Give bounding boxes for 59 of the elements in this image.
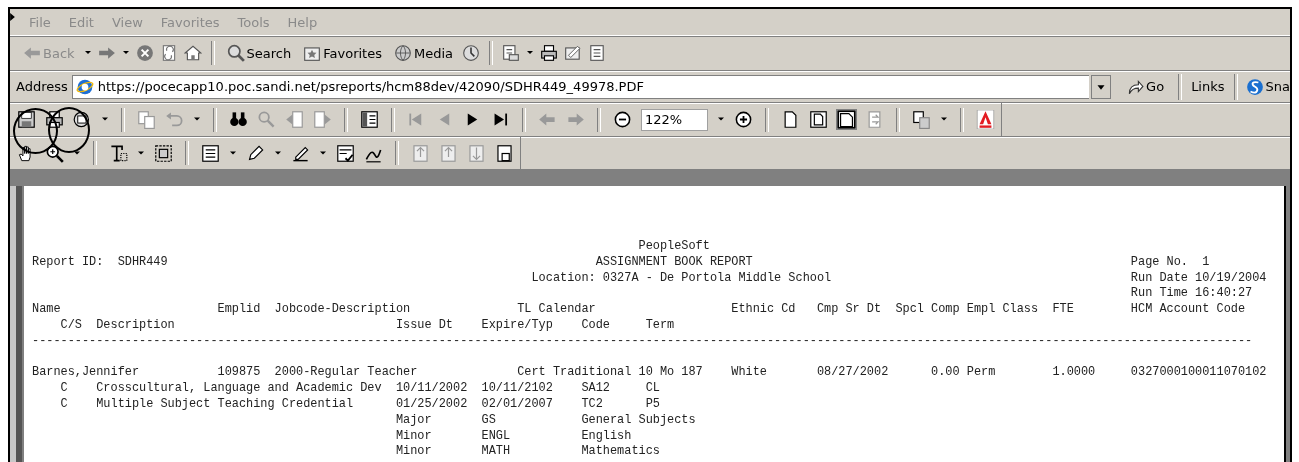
report-line: PeopleSoft — [637, 239, 711, 255]
text-select-icon[interactable] — [109, 143, 128, 163]
report-line: C Multiple Subject Teaching Credential 01/25/2002 02/01/2007 TC2 P5 — [59, 396, 661, 413]
stop-icon[interactable] — [135, 44, 154, 62]
pane-splitter[interactable] — [10, 186, 22, 462]
note-icon[interactable] — [201, 143, 220, 163]
favorites-icon — [303, 44, 322, 62]
dropdown-button[interactable] — [1091, 74, 1112, 99]
address-label: Address — [16, 79, 68, 94]
zoom-out-icon[interactable] — [613, 110, 632, 129]
report-line: Minor MATH Mathematics — [394, 444, 661, 461]
report-line: Minor ENGL English — [394, 428, 633, 445]
fit-page-icon[interactable] — [809, 110, 828, 129]
globe-logo-icon — [1245, 77, 1264, 96]
report-line: --------------------------------------------------------------------------------------------------------------------------------------------------------------------------- — [32, 333, 1254, 350]
report-line: Report ID: SDHR449 ASSIGNMENT BOOK REPORT Page No. 1 — [32, 254, 1211, 271]
links-button[interactable]: Links — [1187, 79, 1229, 94]
toolbar-button[interactable]: Sna — [1242, 75, 1290, 98]
search-icon — [226, 44, 245, 62]
report-line: Barnes,Jennifer 109875 2000-Regular Teacher Cert Traditional 10 Mo 187 White 08/27/2002 0.00 Perm 1.0000 0327000100011070102 — [32, 365, 1268, 382]
report-line: Location: 0327A - De Portola Middle School Run Date 10/19/2004 — [530, 270, 1268, 287]
print-icon[interactable] — [45, 110, 64, 129]
email-icon[interactable] — [73, 110, 92, 129]
browser-page-icon — [75, 77, 94, 96]
address-field[interactable]: https://pocecapp10.poc.sandi.net/psreports/hcm88dev/42090/SDHR449_49978.PDF — [71, 74, 1090, 99]
toolbar-button[interactable]: Media — [390, 42, 456, 64]
report-line: Run Time 16:40:27 — [1129, 286, 1254, 303]
adobe-logo-icon[interactable] — [976, 110, 995, 129]
mail-icon[interactable] — [502, 44, 520, 62]
home-icon[interactable] — [183, 44, 202, 62]
print-icon[interactable] — [540, 44, 558, 62]
media-icon — [393, 44, 412, 62]
document-icon[interactable] — [588, 44, 606, 62]
next-view-icon[interactable] — [313, 110, 332, 129]
rotate-pages-icon[interactable] — [912, 110, 931, 129]
report-line: C/S Description Issue Dt Expire/Typ Code Term — [59, 318, 676, 334]
page-copy-icon[interactable] — [495, 143, 514, 163]
previous-view-icon[interactable] — [285, 110, 304, 129]
pencil-icon[interactable] — [246, 143, 265, 163]
history-icon[interactable] — [462, 44, 480, 62]
toolbar-button[interactable]: Favorites — [300, 42, 385, 64]
zoom-field[interactable]: 122% — [641, 108, 708, 131]
snapshot-icon[interactable] — [154, 143, 173, 163]
zoom-in-icon[interactable] — [734, 110, 753, 129]
annotation-circle — [13, 108, 58, 154]
save-icon[interactable] — [17, 110, 36, 129]
navigation-pane-icon[interactable] — [360, 110, 379, 129]
go-button[interactable]: Go — [1123, 75, 1168, 98]
report-line: C Crosscultural, Language and Academic Dev 10/11/2002 10/11/2102 SA12 CL — [59, 381, 661, 397]
find-icon[interactable] — [229, 110, 248, 129]
report-line: Major GS General Subjects — [394, 412, 697, 429]
spell-check-icon[interactable] — [336, 143, 355, 163]
edit-icon[interactable] — [564, 44, 582, 62]
zoom-icon[interactable] — [45, 143, 64, 163]
toolbar-button[interactable]: Search — [223, 42, 295, 64]
copy-icon[interactable] — [137, 110, 156, 129]
report-line: Name Emplid Jobcode-Description TL Calendar Ethnic Cd Cmp Sr Dt Spcl Comp Empl Class FTE HCM Account Code — [32, 302, 1247, 318]
annotation-circle — [48, 107, 90, 153]
fit-width-icon[interactable] — [837, 110, 856, 129]
